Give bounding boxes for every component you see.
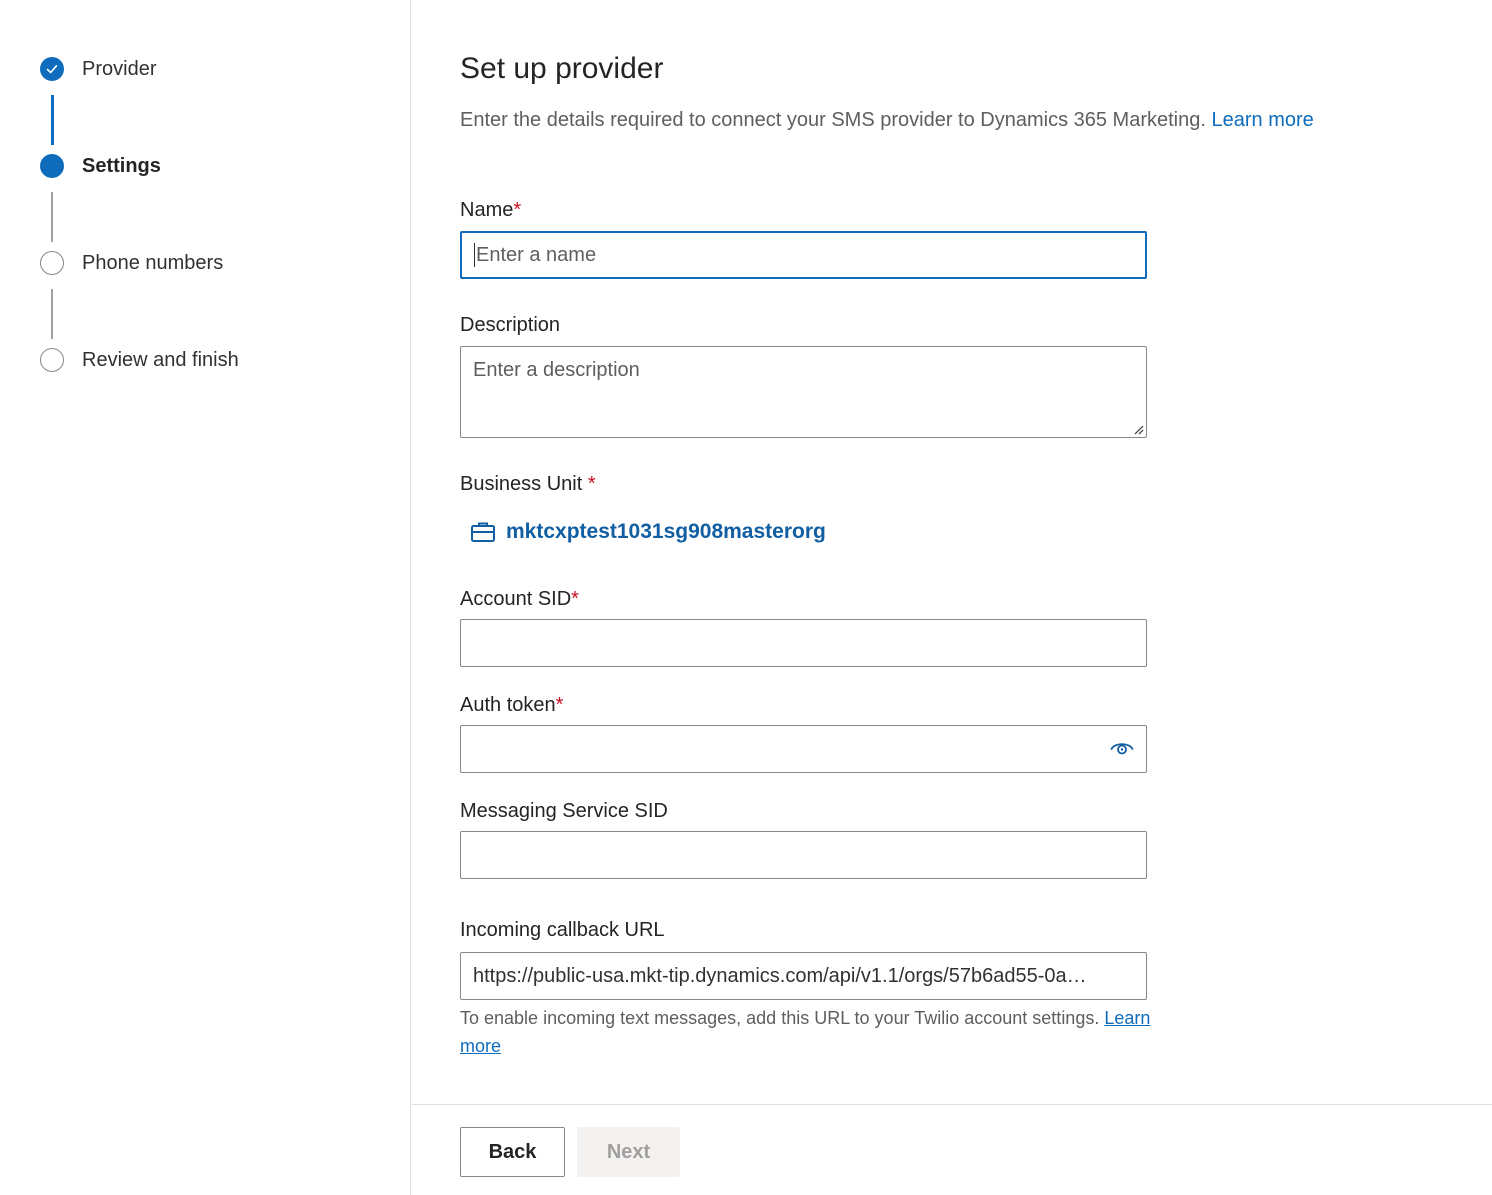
name-placeholder: Enter a name (476, 243, 597, 266)
footer-divider (412, 1104, 1492, 1105)
step-label: Settings (82, 154, 161, 177)
hint-text: To enable incoming text messages, add th… (460, 1008, 1100, 1028)
business-unit-label: Business Unit * (460, 473, 596, 496)
step-review-and-finish[interactable]: Review and finish (40, 347, 239, 373)
page-subtitle: Enter the details required to connect yo… (460, 109, 1314, 132)
step-connector (51, 289, 53, 339)
step-label: Review and finish (82, 348, 239, 371)
page-title: Set up provider (460, 52, 664, 85)
description-input[interactable]: Enter a description (460, 346, 1147, 438)
account-sid-input[interactable] (460, 619, 1147, 667)
callback-url-hint: To enable incoming text messages, add th… (460, 1004, 1160, 1060)
callback-url-value: https://public-usa.mkt-tip.dynamics.com/… (473, 964, 1087, 987)
current-step-icon (40, 154, 64, 178)
auth-token-label-text: Auth token (460, 694, 556, 716)
step-connector (51, 95, 54, 145)
name-label-text: Name (460, 199, 514, 221)
step-settings[interactable]: Settings (40, 153, 161, 179)
subtitle-text: Enter the details required to connect yo… (460, 109, 1206, 131)
required-mark: * (587, 473, 596, 495)
step-phone-numbers[interactable]: Phone numbers (40, 250, 223, 276)
setup-wizard: Provider Settings Phone numbers Review a… (0, 0, 1492, 1195)
required-mark: * (513, 199, 522, 221)
next-button[interactable]: Next (577, 1127, 680, 1177)
step-connector (51, 192, 53, 242)
eye-icon[interactable] (1110, 738, 1134, 760)
description-label: Description (460, 314, 561, 336)
business-unit-value[interactable]: mktcxptest1031sg908masterorg (506, 520, 826, 544)
messaging-service-sid-input[interactable] (460, 831, 1147, 879)
account-sid-label-text: Account SID (460, 588, 572, 610)
step-label: Provider (82, 57, 157, 80)
resize-grip-icon[interactable] (1132, 423, 1144, 435)
auth-token-input[interactable] (460, 725, 1147, 773)
briefcase-icon (471, 522, 495, 542)
step-label: Phone numbers (82, 251, 224, 274)
required-mark: * (555, 694, 564, 716)
required-mark: * (571, 588, 579, 610)
name-label: Name* (460, 199, 521, 222)
callback-url-label: Incoming callback URL (460, 919, 665, 941)
business-unit-lookup[interactable]: mktcxptest1031sg908masterorg (470, 520, 826, 544)
wizard-stepper: Provider Settings Phone numbers Review a… (0, 0, 411, 1195)
back-button[interactable]: Back (460, 1127, 565, 1177)
auth-token-label: Auth token* (460, 694, 563, 717)
name-input[interactable]: Enter a name (460, 231, 1147, 279)
empty-circle-icon (40, 348, 64, 372)
check-icon (40, 57, 64, 81)
business-unit-label-text: Business Unit (460, 473, 583, 495)
main-panel: Set up provider Enter the details requir… (412, 0, 1492, 1195)
account-sid-label: Account SID* (460, 588, 579, 611)
messaging-service-sid-label: Messaging Service SID (460, 800, 668, 822)
callback-url-input[interactable]: https://public-usa.mkt-tip.dynamics.com/… (460, 952, 1147, 1000)
learn-more-link[interactable]: Learn more (1211, 109, 1313, 131)
text-caret (474, 243, 475, 267)
description-placeholder: Enter a description (473, 359, 640, 381)
empty-circle-icon (40, 251, 64, 275)
step-provider[interactable]: Provider (40, 56, 156, 82)
